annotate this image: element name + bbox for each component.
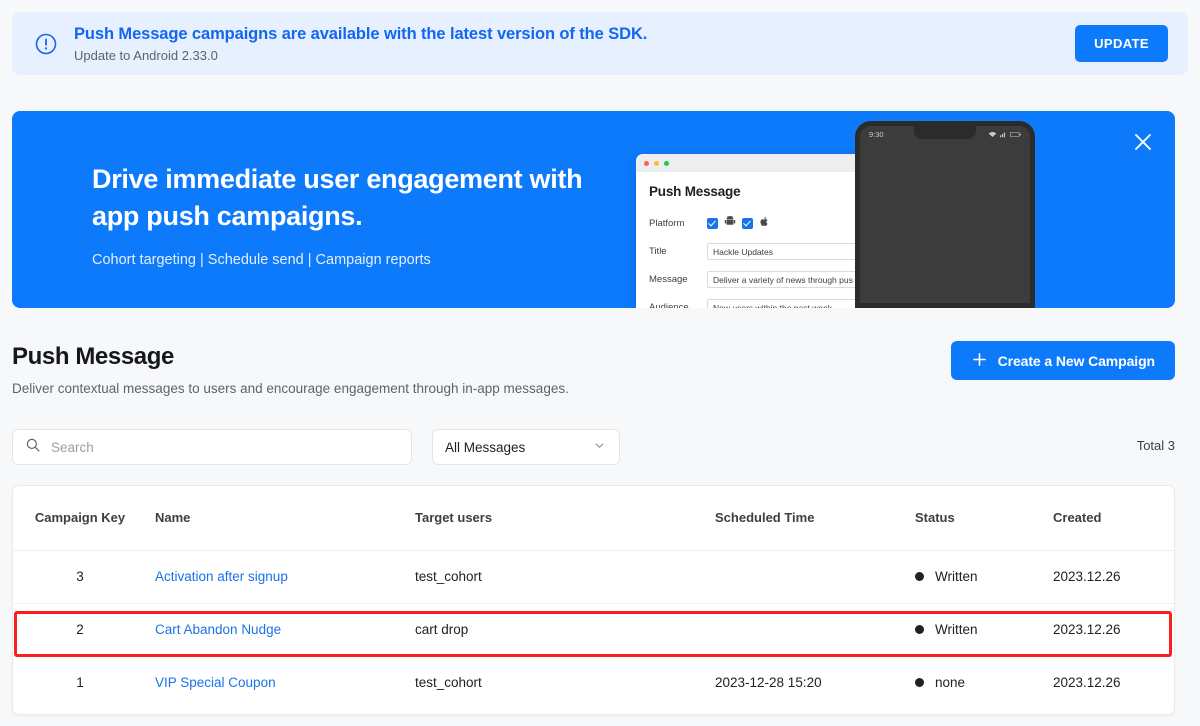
status-badge: Written	[915, 569, 1037, 584]
campaign-name-link[interactable]: Activation after signup	[155, 569, 288, 584]
phone-notch	[914, 126, 976, 139]
page-description: Deliver contextual messages to users and…	[12, 381, 569, 396]
campaign-table-body: 3 Activation after signup test_cohort Wr…	[13, 550, 1174, 709]
cell-campaign-key: 1	[76, 675, 84, 691]
mock-field-label: Audience	[649, 301, 689, 309]
create-new-campaign-label: Create a New Campaign	[997, 352, 1156, 369]
cell-target-users: test_cohort	[415, 675, 482, 691]
promo-subtitle: Cohort targeting | Schedule send | Campa…	[92, 252, 431, 268]
column-header-target-users: Target users	[407, 486, 707, 551]
cell-scheduled-time: 2023-12-28 15:20	[715, 675, 822, 691]
cell-created: 2023.12.26	[1053, 675, 1121, 691]
phone-status-icons	[988, 131, 1021, 138]
alert-text-block: Push Message campaigns are available wit…	[74, 24, 1075, 64]
checkbox-checked-icon	[707, 217, 718, 229]
chevron-down-icon	[592, 438, 607, 456]
cell-campaign-key: 3	[13, 550, 147, 604]
filter-bar: All Messages Total 3	[12, 429, 1175, 465]
page-title: Push Message	[12, 343, 174, 370]
alert-title: Push Message campaigns are available wit…	[74, 24, 648, 43]
promo-banner: Drive immediate user engagement with app…	[12, 111, 1175, 308]
cell-scheduled-time	[707, 603, 907, 657]
cell-created: 2023.12.26	[1045, 550, 1174, 604]
table-header-row: Campaign Key Name Target users Scheduled…	[13, 486, 1174, 551]
alert-subtitle: Update to Android 2.33.0	[74, 47, 218, 63]
page-heading-block: Push Message Deliver contextual messages…	[12, 343, 569, 396]
message-filter-select[interactable]: All Messages	[432, 429, 620, 465]
column-header-status: Status	[907, 486, 1045, 551]
campaign-name-link[interactable]: Cart Abandon Nudge	[155, 622, 281, 637]
search-box[interactable]	[12, 429, 412, 465]
mock-field-label: Platform	[649, 217, 685, 229]
search-icon	[25, 437, 41, 458]
update-button[interactable]: UPDATE	[1075, 25, 1168, 62]
apple-icon	[759, 214, 770, 232]
cell-scheduled-time	[707, 550, 907, 604]
status-dot-icon	[915, 625, 924, 634]
create-new-campaign-button[interactable]: Create a New Campaign	[950, 341, 1175, 380]
status-label: Written	[935, 569, 978, 584]
window-maximize-dot	[664, 160, 669, 166]
column-header-scheduled-time: Scheduled Time	[707, 486, 907, 551]
status-label: none	[935, 675, 966, 691]
column-header-campaign-key: Campaign Key	[13, 486, 147, 551]
status-dot-icon	[915, 678, 924, 688]
cell-target-users: test_cohort	[407, 550, 707, 604]
campaign-table: Campaign Key Name Target users Scheduled…	[13, 486, 1174, 709]
phone-status-bar: 9:30	[860, 126, 1030, 142]
campaign-table-head: Campaign Key Name Target users Scheduled…	[13, 486, 1174, 551]
column-header-created: Created	[1045, 486, 1174, 551]
mock-field-label: Title	[649, 245, 667, 257]
mock-phone: 9:30	[855, 121, 1035, 308]
cell-campaign-key: 2	[13, 603, 147, 657]
checkbox-checked-icon	[742, 217, 753, 229]
window-minimize-dot	[654, 160, 659, 166]
status-badge: Written	[915, 622, 1037, 637]
table-row[interactable]: 2 Cart Abandon Nudge cart drop Written 2…	[13, 603, 1174, 657]
promo-copy: Drive immediate user engagement with app…	[92, 161, 632, 269]
column-header-name: Name	[147, 486, 407, 551]
campaign-name-link[interactable]: VIP Special Coupon	[155, 675, 276, 690]
platform-checkbox-group	[707, 214, 770, 232]
status-badge: none	[915, 675, 1037, 690]
status-dot-icon	[915, 572, 924, 581]
exclamation-circle-icon	[34, 32, 58, 56]
plus-icon	[971, 351, 988, 371]
push-message-page: Push Message campaigns are available wit…	[0, 0, 1200, 726]
cell-target-users: cart drop	[407, 603, 707, 657]
signal-icon	[1000, 132, 1006, 137]
android-icon	[724, 214, 736, 232]
wifi-icon	[988, 131, 997, 137]
status-label: Written	[935, 622, 978, 637]
campaign-table-card: Campaign Key Name Target users Scheduled…	[12, 485, 1175, 715]
promo-title: Drive immediate user engagement with app…	[92, 164, 583, 231]
cell-created: 2023.12.26	[1045, 603, 1174, 657]
mock-field-label: Message	[649, 273, 688, 285]
table-row[interactable]: 1 VIP Special Coupon test_cohort 2023-12…	[13, 656, 1174, 709]
battery-icon	[1010, 131, 1021, 137]
window-close-dot	[644, 160, 649, 166]
phone-status-time: 9:30	[869, 129, 884, 139]
search-input[interactable]	[51, 430, 411, 464]
total-count: Total 3	[1136, 438, 1175, 453]
message-filter-value: All Messages	[445, 439, 526, 455]
table-row[interactable]: 3 Activation after signup test_cohort Wr…	[13, 550, 1174, 604]
sdk-update-alert: Push Message campaigns are available wit…	[12, 12, 1188, 75]
close-icon[interactable]	[1129, 128, 1157, 156]
